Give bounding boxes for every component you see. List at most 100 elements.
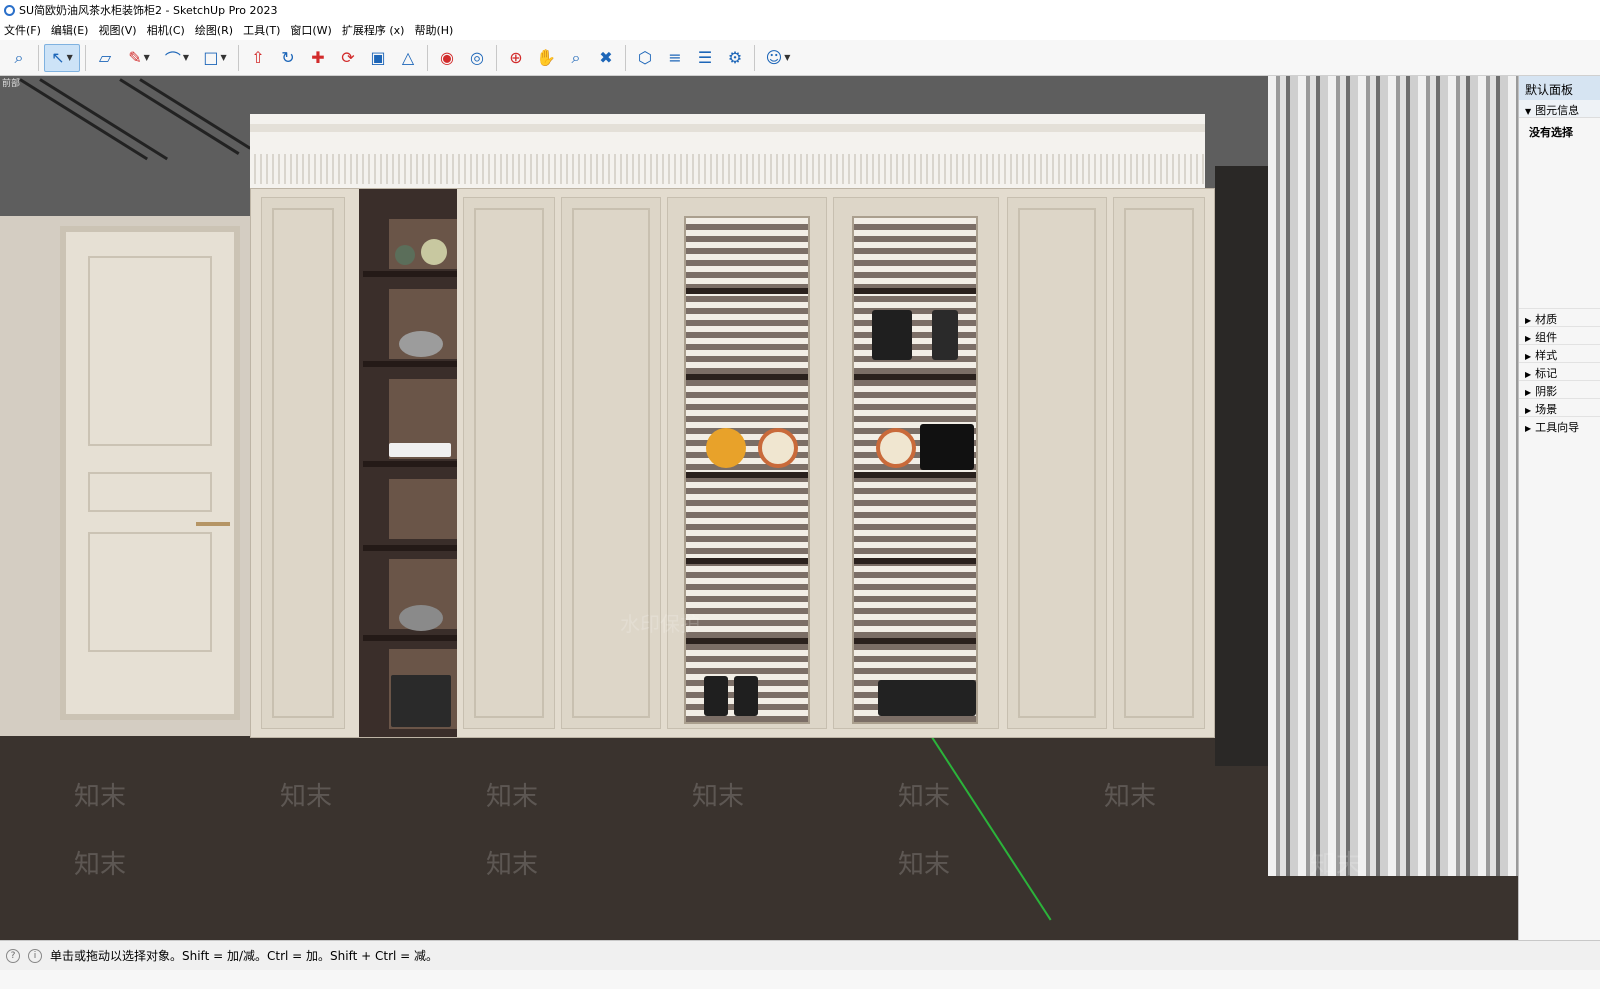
- eraser-icon[interactable]: ▱: [91, 44, 119, 72]
- cabinet-panel: [1007, 197, 1107, 729]
- watermark-notice: 水印保护: [620, 612, 700, 636]
- styles-icon[interactable]: ⚙: [721, 44, 749, 72]
- watermark: 知末: [74, 850, 127, 880]
- model-viewport[interactable]: 前部 水印保护 知末 知末 知末 知末 知末 知末 知末 知末 知末 知末: [0, 76, 1518, 940]
- chevron-right-icon: ▶: [1525, 370, 1532, 379]
- cabinet-panel: [561, 197, 661, 729]
- chevron-right-icon: ▶: [1525, 334, 1532, 343]
- default-tray: 默认面板 ▼ 图元信息 没有选择 ▶ 材质 ▶ 组件 ▶ 样式 ▶ 标记 ▶ 阴影 ▶ 场景 …: [1518, 76, 1600, 940]
- push-pull-icon[interactable]: ⇧: [244, 44, 272, 72]
- layers-icon[interactable]: ☰: [691, 44, 719, 72]
- entity-info-header[interactable]: ▼ 图元信息: [1519, 100, 1600, 118]
- menu-file[interactable]: 文件(F): [2, 22, 49, 38]
- toolbar-separator: [754, 44, 755, 71]
- chevron-down-icon: ▼: [1525, 107, 1532, 116]
- warehouse-icon[interactable]: ⬡: [631, 44, 659, 72]
- watermark: 知末: [692, 782, 745, 812]
- toolbar-separator: [238, 44, 239, 71]
- toolbar-separator: [85, 44, 86, 71]
- extension-icon[interactable]: ≡: [661, 44, 689, 72]
- chevron-right-icon: ▶: [1525, 406, 1532, 415]
- follow-me-icon[interactable]: ↻: [274, 44, 302, 72]
- window-title: SU简欧奶油风茶水柜装饰柜2 - SketchUp Pro 2023: [19, 4, 278, 17]
- pan-icon[interactable]: ✋: [532, 44, 560, 72]
- status-hint: 单击或拖动以选择对象。Shift = 加/减。Ctrl = 加。Shift + …: [50, 949, 439, 963]
- watermark: 知末: [1310, 850, 1363, 880]
- chevron-down-icon[interactable]: ▼: [183, 53, 189, 62]
- watermark: 知末: [486, 782, 539, 812]
- section-plane-icon[interactable]: ⊕: [502, 44, 530, 72]
- toolbar-separator: [625, 44, 626, 71]
- tray-scenes[interactable]: ▶ 场景: [1519, 398, 1600, 416]
- cabinet-panel: [261, 197, 345, 729]
- chevron-right-icon: ▶: [1525, 424, 1532, 433]
- pencil-icon[interactable]: ✎ ▼: [121, 44, 157, 72]
- chevron-down-icon[interactable]: ▼: [67, 53, 73, 62]
- tray-styles[interactable]: ▶ 样式: [1519, 344, 1600, 362]
- move-icon[interactable]: ✚: [304, 44, 332, 72]
- chevron-right-icon: ▶: [1525, 388, 1532, 397]
- chevron-down-icon[interactable]: ▼: [220, 53, 226, 62]
- select-icon[interactable]: ↖ ▼: [44, 43, 80, 72]
- toolbar-separator: [427, 44, 428, 71]
- chevron-right-icon: ▶: [1525, 352, 1532, 361]
- door-handle: [196, 522, 230, 526]
- watermark: 知末: [898, 850, 951, 880]
- entity-info-label: 图元信息: [1535, 104, 1580, 117]
- menu-extensions[interactable]: 扩展程序 (x): [340, 22, 413, 38]
- glass-door-display: [852, 216, 978, 724]
- tray-title[interactable]: 默认面板: [1519, 76, 1600, 100]
- info-icon[interactable]: i: [28, 948, 42, 963]
- menu-bar: 文件(F) 编辑(E) 视图(V) 相机(C) 绘图(R) 工具(T) 窗口(W…: [0, 20, 1600, 40]
- search-icon[interactable]: ⌕: [5, 44, 33, 72]
- toolbar-separator: [496, 44, 497, 71]
- tray-components[interactable]: ▶ 组件: [1519, 326, 1600, 344]
- toolbar-separator: [38, 44, 39, 71]
- chevron-down-icon[interactable]: ▼: [784, 53, 790, 62]
- chevron-right-icon: ▶: [1525, 316, 1532, 325]
- sketchup-logo-icon: [4, 4, 15, 16]
- menu-draw[interactable]: 绘图(R): [193, 22, 241, 38]
- rotate-icon[interactable]: ⟳: [334, 44, 362, 72]
- tray-shadows[interactable]: ▶ 阴影: [1519, 380, 1600, 398]
- menu-view[interactable]: 视图(V): [96, 22, 144, 38]
- curtain-shadow: [1215, 166, 1275, 766]
- watermark: 知末: [280, 782, 333, 812]
- watermark: 知末: [486, 850, 539, 880]
- menu-camera[interactable]: 相机(C): [145, 22, 193, 38]
- main-toolbar: ⌕ ↖ ▼ ▱ ✎ ▼ ⌒ ▼ □ ▼ ⇧ ↻ ✚ ⟳ ▣ △ ◉ ◎ ⊕ ✋ ⌕ ✖ …: [0, 40, 1600, 76]
- account-icon[interactable]: ☺ ▼: [760, 44, 796, 72]
- chevron-down-icon[interactable]: ▼: [144, 53, 150, 62]
- bottom-strip: [0, 970, 1600, 989]
- menu-tools[interactable]: 工具(T): [241, 22, 288, 38]
- ceiling-vent: [10, 76, 252, 161]
- tray-instructor[interactable]: ▶ 工具向导: [1519, 416, 1600, 434]
- tray-tags[interactable]: ▶ 标记: [1519, 362, 1600, 380]
- paint-bucket-icon[interactable]: ◉: [433, 44, 461, 72]
- menu-window[interactable]: 窗口(W): [288, 22, 339, 38]
- glass-door-display: [684, 216, 810, 724]
- scale-icon[interactable]: ▣: [364, 44, 392, 72]
- glass-door-frame: [667, 197, 827, 729]
- orbit-icon[interactable]: ◎: [463, 44, 491, 72]
- zoom-icon[interactable]: ⌕: [562, 44, 590, 72]
- watermark: 知末: [74, 782, 127, 812]
- arc-icon[interactable]: ⌒ ▼: [159, 44, 195, 72]
- watermark: 知末: [1104, 782, 1157, 812]
- tray-materials[interactable]: ▶ 材质: [1519, 308, 1600, 326]
- glass-door-frame: [833, 197, 999, 729]
- rectangle-icon[interactable]: □ ▼: [197, 44, 233, 72]
- tea-cabinet: [250, 188, 1215, 738]
- menu-edit[interactable]: 编辑(E): [49, 22, 97, 38]
- cabinet-panel: [463, 197, 555, 729]
- curtain: [1268, 76, 1518, 876]
- watermark: 知末: [898, 782, 951, 812]
- menu-help[interactable]: 帮助(H): [412, 22, 461, 38]
- scene-tab-label: 前部: [2, 79, 21, 89]
- tape-measure-icon[interactable]: △: [394, 44, 422, 72]
- door: [60, 226, 240, 720]
- status-bar: ? i 单击或拖动以选择对象。Shift = 加/减。Ctrl = 加。Shif…: [0, 940, 1600, 970]
- zoom-extents-icon[interactable]: ✖: [592, 44, 620, 72]
- geo-location-icon[interactable]: ?: [6, 948, 20, 963]
- open-shelf-niche: [359, 189, 457, 737]
